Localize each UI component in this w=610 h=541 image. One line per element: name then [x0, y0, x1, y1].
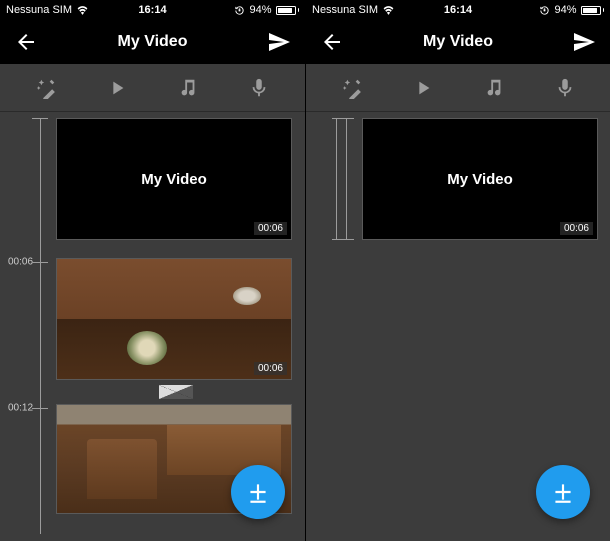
clip-duration: 00:06: [254, 222, 287, 235]
battery-icon: [581, 6, 605, 15]
clip-title-card[interactable]: My Video 00:06: [362, 118, 598, 240]
page-title: My Video: [118, 33, 188, 51]
wifi-icon: [76, 6, 89, 15]
timestamp-label: 00:12: [8, 403, 33, 414]
play-button[interactable]: [103, 74, 131, 102]
magic-wand-button[interactable]: [338, 74, 366, 102]
toolbar: [0, 64, 305, 112]
back-button[interactable]: [14, 30, 38, 54]
wifi-icon: [382, 6, 395, 15]
clip-title-card[interactable]: My Video 00:06: [56, 118, 292, 240]
clip-item[interactable]: 00:06: [56, 258, 292, 380]
back-button[interactable]: [320, 30, 344, 54]
header: My Video: [306, 20, 610, 64]
battery-pct-label: 94%: [554, 4, 576, 16]
header: My Video: [0, 20, 305, 64]
title-card-text: My Video: [447, 171, 513, 188]
status-bar: Nessuna SIM 16:14 94%: [0, 0, 305, 20]
timeline-gutter: [316, 118, 354, 240]
send-button[interactable]: [572, 30, 596, 54]
pane-left: Nessuna SIM 16:14 94% My Video: [0, 0, 305, 541]
add-media-button[interactable]: [231, 465, 285, 519]
magic-wand-button[interactable]: [32, 74, 60, 102]
carrier-label: Nessuna SIM: [6, 4, 72, 16]
clock-label: 16:14: [138, 4, 166, 16]
timestamp-label: 00:06: [8, 257, 33, 268]
mic-button[interactable]: [245, 74, 273, 102]
transition-icon: [159, 385, 193, 399]
page-title: My Video: [423, 33, 493, 51]
clock-label: 16:14: [444, 4, 472, 16]
mic-button[interactable]: [551, 74, 579, 102]
status-bar: Nessuna SIM 16:14 94%: [306, 0, 610, 20]
send-button[interactable]: [267, 30, 291, 54]
play-button[interactable]: [409, 74, 437, 102]
transition-item[interactable]: [56, 380, 295, 404]
rotation-lock-icon: [539, 5, 550, 16]
music-button[interactable]: [480, 74, 508, 102]
pane-right: Nessuna SIM 16:14 94% My Video: [305, 0, 610, 541]
battery-icon: [276, 6, 300, 15]
toolbar: [306, 64, 610, 112]
carrier-label: Nessuna SIM: [312, 4, 378, 16]
music-button[interactable]: [174, 74, 202, 102]
timeline-gutter: 00:06 00:12: [10, 118, 48, 514]
battery-pct-label: 94%: [249, 4, 271, 16]
rotation-lock-icon: [234, 5, 245, 16]
add-media-button[interactable]: [536, 465, 590, 519]
clip-duration: 00:06: [254, 362, 287, 375]
title-card-text: My Video: [141, 171, 207, 188]
clip-duration: 00:06: [560, 222, 593, 235]
